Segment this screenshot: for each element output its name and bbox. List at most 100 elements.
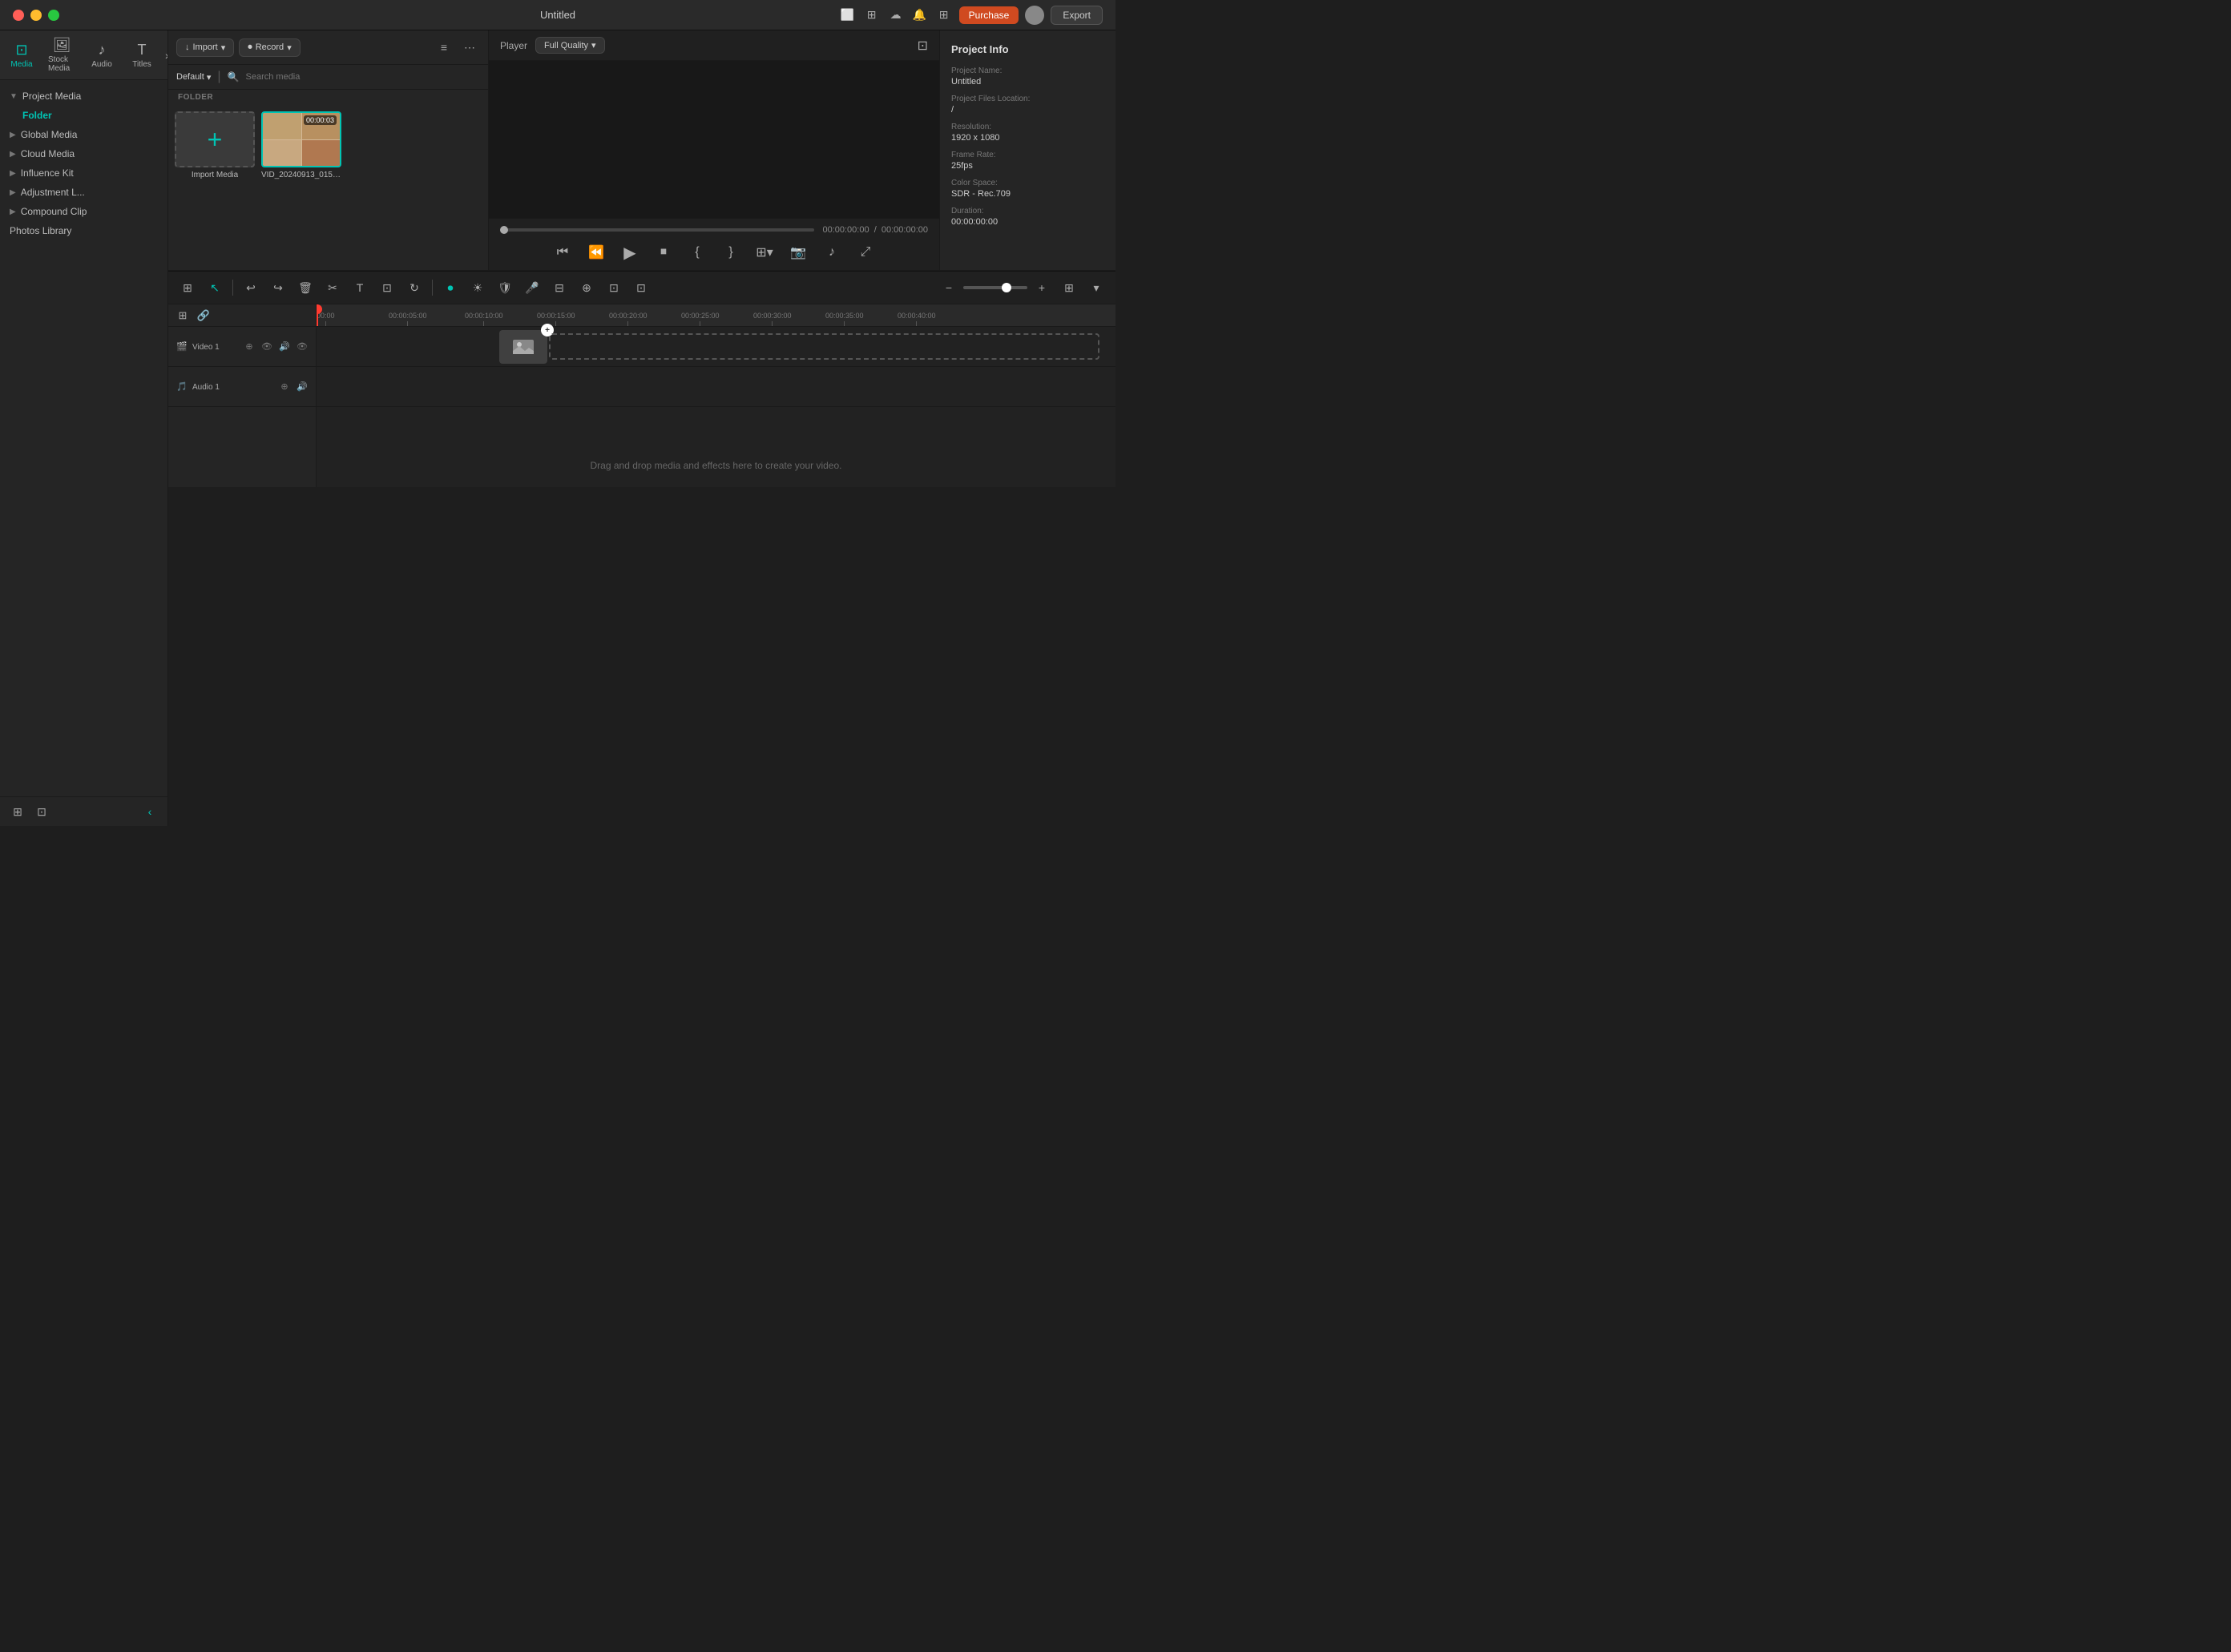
cloud-icon[interactable]: ☁ <box>887 6 905 24</box>
hide-track-button[interactable]: 👁 <box>295 340 309 354</box>
chevron-right-icon: ▶ <box>10 188 16 197</box>
zoom-out-button[interactable]: − <box>938 276 960 299</box>
sidebar-item-folder[interactable]: Folder <box>0 106 167 125</box>
notification-icon[interactable]: 🔔 <box>911 6 929 24</box>
add-track-button[interactable]: ⊞ <box>175 308 191 324</box>
mute-track-button[interactable]: 🔊 <box>277 340 292 354</box>
audio-icon: ♪ <box>99 42 106 58</box>
mute-audio-button[interactable]: 🔊 <box>295 380 309 394</box>
detach-tool[interactable]: ⊟ <box>548 276 571 299</box>
filter-icon[interactable]: ≡ <box>434 37 454 58</box>
layout-button[interactable]: ⊞ <box>1058 276 1080 299</box>
close-button[interactable] <box>13 10 24 21</box>
mic-tool[interactable]: 🎤 <box>521 276 543 299</box>
video-track-icon: 🎬 <box>175 340 189 354</box>
sidebar-item-global-media[interactable]: ▶ Global Media <box>0 125 167 144</box>
ruler-mark-0: 00:00 <box>317 312 335 326</box>
export-button[interactable]: Export <box>1051 6 1103 25</box>
minimize-button[interactable] <box>30 10 42 21</box>
playhead[interactable] <box>317 304 318 326</box>
sidebar-tree: ▼ Project Media Folder ▶ Global Media ▶ … <box>0 80 167 796</box>
fullscreen-button[interactable]: ⤢ <box>854 241 877 264</box>
zoom-control: − + <box>938 276 1053 299</box>
snapshot-button[interactable]: 📷 <box>787 241 809 264</box>
stop-button[interactable]: ⏹ <box>652 241 675 264</box>
ruler-mark-8: 00:00:40:00 <box>898 312 936 326</box>
import-button[interactable]: ↓ Import ▾ <box>176 38 234 57</box>
maximize-button[interactable] <box>48 10 59 21</box>
progress-handle[interactable] <box>500 226 508 234</box>
progress-bar[interactable] <box>500 228 814 232</box>
player-header: Player Full Quality ▾ ⊡ <box>489 30 939 61</box>
new-folder-button[interactable]: ⊞ <box>8 802 27 821</box>
info-resolution: Resolution: 1920 x 1080 <box>951 123 1104 143</box>
rotate-tool[interactable]: ↻ <box>403 276 426 299</box>
snap-tool[interactable]: ☀ <box>466 276 489 299</box>
media-placeholder[interactable]: + <box>499 330 547 364</box>
user-avatar[interactable] <box>1025 6 1044 25</box>
skip-back-button[interactable]: ⏮ <box>551 241 574 264</box>
undo-button[interactable]: ↩ <box>240 276 262 299</box>
tab-media[interactable]: ⊡ Media <box>2 38 42 72</box>
audio-track-icon: 🎵 <box>175 380 189 394</box>
sidebar-item-compound-clip[interactable]: ▶ Compound Clip <box>0 202 167 221</box>
mark-in-button[interactable]: { <box>686 241 708 264</box>
sidebar-item-adjustment[interactable]: ▶ Adjustment L... <box>0 183 167 202</box>
more-button[interactable]: ▾ <box>1085 276 1107 299</box>
more-options-icon[interactable]: ⋯ <box>459 37 480 58</box>
tab-stock-media[interactable]: 🖼 Stock Media <box>42 34 82 76</box>
record-tool[interactable]: ⏺ <box>439 276 462 299</box>
filter-dropdown[interactable]: Default ▾ <box>176 72 211 83</box>
sidebar-item-influence-kit[interactable]: ▶ Influence Kit <box>0 163 167 183</box>
purchase-button[interactable]: Purchase <box>959 6 1019 24</box>
record-button[interactable]: ⏺ Record ▾ <box>239 38 301 57</box>
screen-record-icon[interactable]: ⊞ <box>863 6 881 24</box>
lock-track-button[interactable]: 👁 <box>260 340 274 354</box>
video-media-item[interactable]: 00:00:03 VID_20240913_015155 <box>261 111 341 264</box>
sidebar-item-cloud-media[interactable]: ▶ Cloud Media <box>0 144 167 163</box>
cut-button[interactable]: ✂ <box>321 276 344 299</box>
clip-grid-tool[interactable]: ⊞ <box>176 276 199 299</box>
tab-audio[interactable]: ♪ Audio <box>82 38 122 72</box>
zoom-handle[interactable] <box>1002 283 1011 292</box>
subtitle-icon[interactable]: ⬜ <box>839 6 857 24</box>
select-tool[interactable]: ↖ <box>204 276 226 299</box>
play-button[interactable]: ▶ <box>619 241 641 264</box>
redo-button[interactable]: ↪ <box>267 276 289 299</box>
quality-dropdown[interactable]: Full Quality ▾ <box>535 37 605 54</box>
crop-tool[interactable]: ⊡ <box>376 276 398 299</box>
pip-tool[interactable]: ⊡ <box>630 276 652 299</box>
vp-cell-4 <box>302 140 341 167</box>
text-tool[interactable]: T <box>349 276 371 299</box>
collapse-sidebar-button[interactable]: ‹ <box>140 802 159 821</box>
main-container: ⊡ Media 🖼 Stock Media ♪ Audio T Titles ›… <box>0 30 1116 826</box>
search-input[interactable] <box>246 72 481 82</box>
split-tool[interactable]: ⊡ <box>603 276 625 299</box>
link-button[interactable]: 🔗 <box>196 308 212 324</box>
add-to-timeline-button[interactable]: ⊞▾ <box>753 241 776 264</box>
ripple-tool[interactable]: ⊕ <box>575 276 598 299</box>
zoom-slider[interactable] <box>963 286 1027 289</box>
import-media-item[interactable]: + Import Media <box>175 111 255 264</box>
search-icon: 🔍 <box>228 71 240 83</box>
tab-titles[interactable]: T Titles <box>122 38 162 72</box>
player-expand-icon[interactable]: ⊡ <box>918 38 928 54</box>
mark-out-button[interactable]: } <box>720 241 742 264</box>
player-viewport <box>489 61 939 218</box>
filter-separator: | <box>217 70 220 84</box>
add-button[interactable]: ⊡ <box>32 802 51 821</box>
add-audio-track-button[interactable]: ⊕ <box>277 380 292 394</box>
grid-icon[interactable]: ⊞ <box>935 6 953 24</box>
zoom-in-button[interactable]: + <box>1031 276 1053 299</box>
delete-button[interactable]: 🗑 <box>294 276 317 299</box>
shield-tool[interactable]: 🛡 <box>494 276 516 299</box>
chevron-right-icon: ▶ <box>10 169 16 178</box>
add-media-track-button[interactable]: ⊕ <box>242 340 256 354</box>
ruler-mark-7: 00:00:35:00 <box>825 312 864 326</box>
chevron-right-icon: ▶ <box>10 150 16 159</box>
sidebar-item-photos-library[interactable]: Photos Library <box>0 221 167 240</box>
sidebar-item-project-media[interactable]: ▼ Project Media <box>0 87 167 106</box>
tabs-chevron-icon[interactable]: › <box>162 46 167 65</box>
audio-button[interactable]: ♪ <box>821 241 843 264</box>
step-back-button[interactable]: ⏪ <box>585 241 607 264</box>
